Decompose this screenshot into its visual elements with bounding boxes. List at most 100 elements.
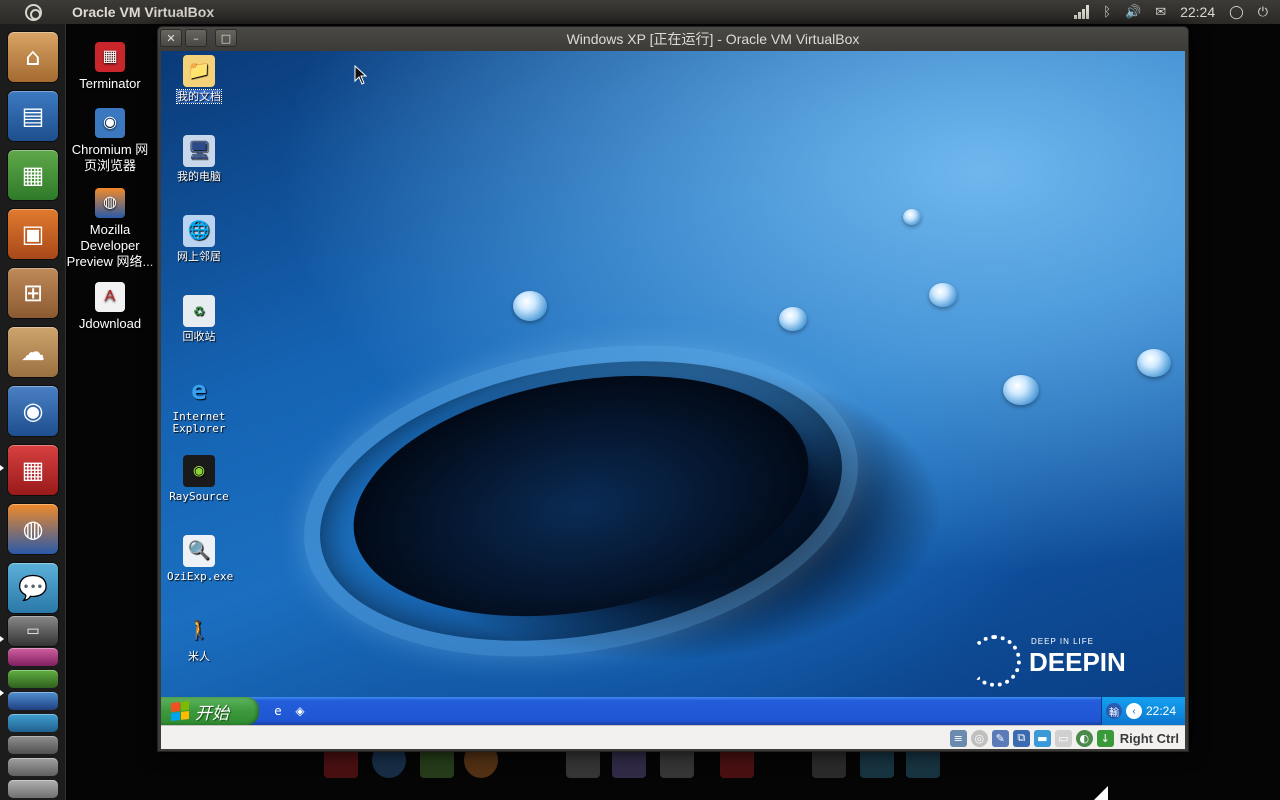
launcher-impress[interactable]: ▣ bbox=[8, 209, 58, 259]
terminator-icon: ▦ bbox=[21, 456, 45, 484]
optical-drive-icon[interactable]: ◎ bbox=[970, 729, 988, 747]
deepin-swirl-icon bbox=[969, 635, 1021, 687]
xp-icon-oziexp[interactable]: 🔍 OziExp.exe bbox=[167, 535, 233, 583]
usb-icon[interactable]: ✎ bbox=[991, 729, 1009, 747]
xp-icon-internet-explorer[interactable]: e Internet Explorer bbox=[167, 375, 231, 435]
launcher-stacked-item[interactable] bbox=[8, 670, 58, 688]
chat-icon[interactable]: ◯ bbox=[1229, 5, 1244, 20]
folder-icon: 📁 bbox=[183, 55, 215, 87]
window-title: Windows XP [正在运行] - Oracle VM VirtualBox bbox=[566, 31, 860, 47]
launcher-firefox[interactable]: ◍ bbox=[8, 504, 58, 554]
launcher-stacked-item[interactable] bbox=[8, 648, 58, 666]
virtualbox-window: ✕ – □ Windows XP [正在运行] - Oracle VM Virt… bbox=[157, 26, 1189, 752]
launcher-software-center[interactable]: ⊞ bbox=[8, 268, 58, 318]
launcher-stacked-item[interactable] bbox=[8, 736, 58, 754]
panel-clock[interactable]: 22:24 bbox=[1180, 4, 1215, 20]
xp-icon-recycle-bin[interactable]: ♻ 回收站 bbox=[167, 295, 231, 343]
computer-icon: 🖥 bbox=[183, 135, 215, 167]
host-key-label[interactable]: Right Ctrl bbox=[1120, 731, 1179, 746]
shared-folder-icon[interactable]: ▬ bbox=[1033, 729, 1051, 747]
launcher-calc[interactable]: ▦ bbox=[8, 150, 58, 200]
vbox-statusbar: ≡ ◎ ✎ ⧉ ▬ ▭ ◐ ↓ Right Ctrl bbox=[161, 725, 1185, 749]
desktop-icon-chromium[interactable]: ◉ Chromium 网页浏览器 bbox=[62, 108, 158, 174]
indicator-area: ᛒ 🔊 ✉ 22:24 ◯ ⏻ bbox=[1074, 0, 1280, 24]
launcher-stacked-item[interactable] bbox=[8, 780, 58, 798]
device-indicators: ≡ ◎ ✎ ⧉ ▬ ▭ ◐ ↓ Right Ctrl bbox=[949, 728, 1179, 748]
virtualization-icon[interactable]: ◐ bbox=[1075, 729, 1093, 747]
xp-icon-my-documents[interactable]: 📁 我的文档 bbox=[167, 55, 231, 104]
magnifier-icon: 🔍 bbox=[183, 535, 215, 567]
chromium-icon: ◉ bbox=[22, 397, 44, 425]
launcher-writer[interactable]: ▤ bbox=[8, 91, 58, 141]
launcher-chromium[interactable]: ◉ bbox=[8, 386, 58, 436]
system-tray: 輸 ‹ 22:24 bbox=[1101, 697, 1185, 725]
deepin-tagline: DEEP IN LIFE bbox=[1031, 637, 1094, 646]
session-icon[interactable]: ⏻ bbox=[1258, 5, 1268, 20]
tray-expand-icon[interactable]: ‹ bbox=[1126, 703, 1142, 719]
wallpaper-droplet bbox=[903, 209, 921, 225]
mail-icon[interactable]: ✉ bbox=[1155, 5, 1166, 20]
chat-bubble-icon: 💬 bbox=[18, 574, 48, 602]
deepin-logo: DEEP IN LIFE DEEPIN bbox=[969, 629, 1139, 689]
xp-clock[interactable]: 22:24 bbox=[1146, 704, 1176, 718]
launcher-stacked-item[interactable] bbox=[8, 692, 58, 710]
corner-arrow-icon bbox=[1094, 786, 1108, 800]
launcher: ⌂ ▤ ▦ ▣ ⊞ ☁ ◉ ▦ ◍ 💬 ▭ bbox=[0, 24, 66, 800]
wallpaper-droplet bbox=[779, 307, 807, 331]
wallpaper-droplet bbox=[929, 283, 957, 307]
wallpaper-droplet bbox=[1003, 375, 1039, 405]
launcher-stacked-item[interactable] bbox=[8, 714, 58, 732]
mouse-integration-icon[interactable]: ↓ bbox=[1096, 729, 1114, 747]
deepin-name: DEEPIN bbox=[1029, 647, 1126, 677]
top-panel: Oracle VM VirtualBox ᛒ 🔊 ✉ 22:24 ◯ ⏻ bbox=[0, 0, 1280, 24]
chromium-icon: ◉ bbox=[95, 108, 125, 138]
launcher-home-folder[interactable]: ⌂ bbox=[8, 32, 58, 82]
launcher-terminal[interactable]: ▭ bbox=[8, 616, 58, 646]
windows-flag-icon bbox=[171, 701, 189, 721]
launcher-stacked-item[interactable] bbox=[8, 758, 58, 776]
display-icon[interactable]: ▭ bbox=[1054, 729, 1072, 747]
xp-icon-label: RaySource bbox=[169, 490, 229, 503]
xp-icon-label: 回收站 bbox=[182, 330, 216, 343]
xp-taskbar: 开始 e ◈ 輸 ‹ 22:24 bbox=[161, 697, 1185, 725]
desktop-icon-firefox-preview[interactable]: ◍ Mozilla Developer Preview 网络... bbox=[62, 188, 158, 270]
home-folder-icon: ⌂ bbox=[25, 43, 41, 71]
guest-display[interactable]: 📁 我的文档 🖥 我的电脑 🌐 网上邻居 ♻ 回收站 e Internet Ex… bbox=[161, 51, 1185, 725]
xp-icon-my-computer[interactable]: 🖥 我的电脑 bbox=[167, 135, 231, 183]
desktop-icon-jdownload[interactable]: A Jdownload bbox=[62, 282, 158, 332]
xp-icon-network-places[interactable]: 🌐 网上邻居 bbox=[167, 215, 231, 263]
volume-icon[interactable]: 🔊 bbox=[1125, 5, 1141, 20]
xp-icon-label: 我的文档 bbox=[176, 89, 222, 104]
recycle-bin-icon: ♻ bbox=[183, 295, 215, 327]
quicklaunch-app-icon[interactable]: ◈ bbox=[291, 702, 309, 720]
desktop-icon-label: Terminator bbox=[79, 76, 141, 91]
signal-icon[interactable] bbox=[1074, 5, 1090, 19]
desktop: Oracle VM VirtualBox ᛒ 🔊 ✉ 22:24 ◯ ⏻ ⌂ ▤… bbox=[0, 0, 1280, 800]
desktop-icon-label: Chromium 网页浏览器 bbox=[71, 142, 149, 173]
firefox-icon: ◍ bbox=[22, 515, 44, 543]
input-method-icon[interactable]: 輸 bbox=[1106, 703, 1122, 719]
hard-disk-icon[interactable]: ≡ bbox=[949, 729, 967, 747]
xp-icon-miren[interactable]: 🚶 米人 bbox=[167, 615, 231, 663]
xp-icon-raysource[interactable]: ◉ RaySource bbox=[167, 455, 231, 503]
xp-icon-label: 米人 bbox=[188, 650, 210, 663]
launcher-ubuntu-one[interactable]: ☁ bbox=[8, 327, 58, 377]
jdownload-icon: A bbox=[95, 282, 125, 312]
person-icon: 🚶 bbox=[187, 620, 211, 641]
presentation-icon: ▣ bbox=[21, 220, 45, 248]
software-center-icon: ⊞ bbox=[22, 279, 44, 307]
window-titlebar[interactable]: ✕ – □ Windows XP [正在运行] - Oracle VM Virt… bbox=[158, 27, 1188, 51]
bluetooth-icon[interactable]: ᛒ bbox=[1103, 5, 1111, 20]
quicklaunch-ie-icon[interactable]: e bbox=[269, 702, 287, 720]
start-button[interactable]: 开始 bbox=[161, 697, 259, 725]
launcher-terminator[interactable]: ▦ bbox=[8, 445, 58, 495]
dash-button[interactable] bbox=[0, 0, 66, 24]
mouse-pointer-icon bbox=[354, 65, 368, 85]
launcher-empathy[interactable]: 💬 bbox=[8, 563, 58, 613]
wallpaper-droplet bbox=[1137, 349, 1171, 377]
document-icon: ▤ bbox=[21, 102, 45, 130]
running-indicator bbox=[0, 465, 4, 471]
network-adapter-icon[interactable]: ⧉ bbox=[1012, 729, 1030, 747]
desktop-icon-terminator[interactable]: ▦ Terminator bbox=[62, 42, 158, 92]
xp-icon-label: 网上邻居 bbox=[177, 250, 221, 263]
